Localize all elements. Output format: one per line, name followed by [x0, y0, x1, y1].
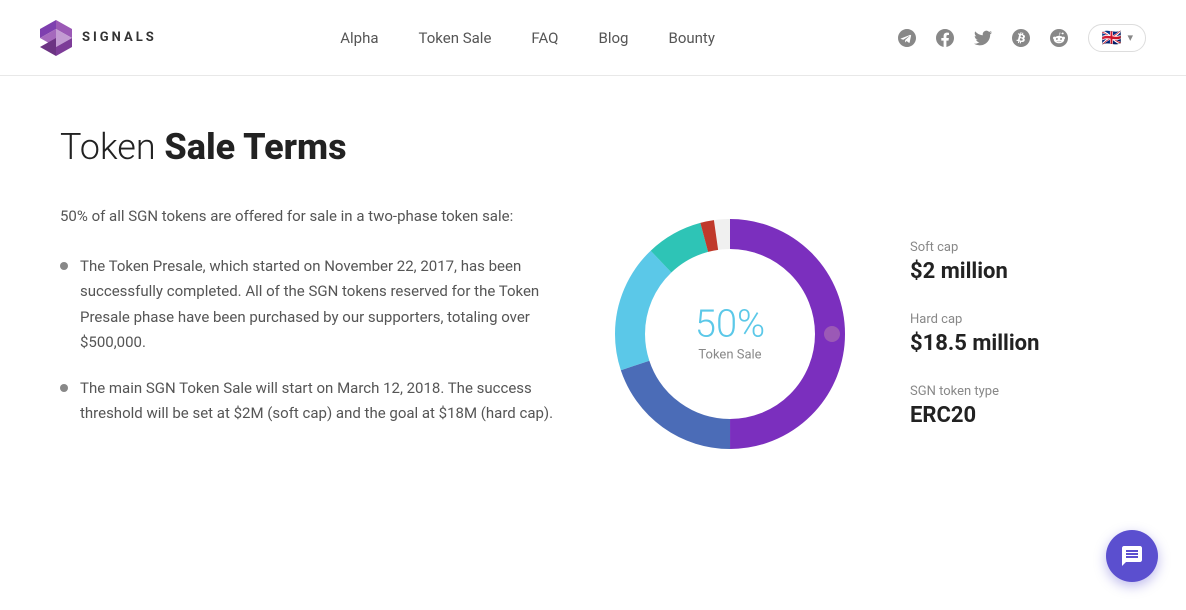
stats-section: Soft cap $2 million Hard cap $18.5 milli… [910, 240, 1070, 428]
bitcoin-icon[interactable] [1012, 29, 1030, 47]
nav-alpha[interactable]: Alpha [340, 29, 378, 47]
bullet-text-1: The Token Presale, which started on Nove… [80, 254, 560, 356]
donut-percent: 50% [695, 306, 765, 344]
stat-value-token-type: ERC20 [910, 403, 1070, 428]
logo-text: SIGNALS [82, 30, 157, 45]
intro-text: 50% of all SGN tokens are offered for sa… [60, 204, 560, 230]
chart-section: 50% Token Sale Soft cap $2 million Hard … [600, 204, 1070, 464]
content-area: 50% of all SGN tokens are offered for sa… [60, 204, 1126, 464]
facebook-icon[interactable] [936, 29, 954, 47]
stat-label-soft-cap: Soft cap [910, 240, 1070, 255]
bullet-text-2: The main SGN Token Sale will start on Ma… [80, 376, 560, 427]
list-item: The Token Presale, which started on Nove… [60, 254, 560, 356]
chevron-down-icon: ▾ [1127, 31, 1133, 44]
reddit-icon[interactable] [1050, 29, 1068, 47]
title-light: Token [60, 126, 164, 168]
logo[interactable]: SIGNALS [40, 20, 157, 56]
language-selector[interactable]: 🇬🇧 ▾ [1088, 24, 1146, 52]
donut-center: 50% Token Sale [695, 306, 765, 363]
text-section: 50% of all SGN tokens are offered for sa… [60, 204, 560, 447]
bullet-dot [60, 262, 68, 270]
twitter-icon[interactable] [974, 29, 992, 47]
donut-chart: 50% Token Sale [600, 204, 860, 464]
donut-label: Token Sale [695, 348, 765, 363]
telegram-icon[interactable] [898, 29, 916, 47]
nav-blog[interactable]: Blog [598, 29, 628, 47]
bullet-dot [60, 384, 68, 392]
chat-button[interactable] [1106, 530, 1158, 582]
stat-value-soft-cap: $2 million [910, 259, 1070, 284]
header-right: 🇬🇧 ▾ [898, 24, 1146, 52]
stat-label-hard-cap: Hard cap [910, 312, 1070, 327]
main-nav: Alpha Token Sale FAQ Blog Bounty [340, 29, 715, 47]
chat-icon [1120, 544, 1144, 568]
logo-icon [40, 20, 72, 56]
header: SIGNALS Alpha Token Sale FAQ Blog Bounty [0, 0, 1186, 76]
stat-token-type: SGN token type ERC20 [910, 384, 1070, 428]
nav-faq[interactable]: FAQ [531, 29, 558, 47]
flag-icon: 🇬🇧 [1101, 31, 1121, 45]
nav-bounty[interactable]: Bounty [668, 29, 714, 47]
bullet-list: The Token Presale, which started on Nove… [60, 254, 560, 427]
page-title: Token Sale Terms [60, 126, 1126, 168]
stat-value-hard-cap: $18.5 million [910, 331, 1070, 356]
stat-hard-cap: Hard cap $18.5 million [910, 312, 1070, 356]
stat-soft-cap: Soft cap $2 million [910, 240, 1070, 284]
stat-label-token-type: SGN token type [910, 384, 1070, 399]
nav-token-sale[interactable]: Token Sale [419, 29, 492, 47]
list-item: The main SGN Token Sale will start on Ma… [60, 376, 560, 427]
main-content: Token Sale Terms 50% of all SGN tokens a… [0, 76, 1186, 504]
title-bold: Sale Terms [164, 126, 346, 168]
